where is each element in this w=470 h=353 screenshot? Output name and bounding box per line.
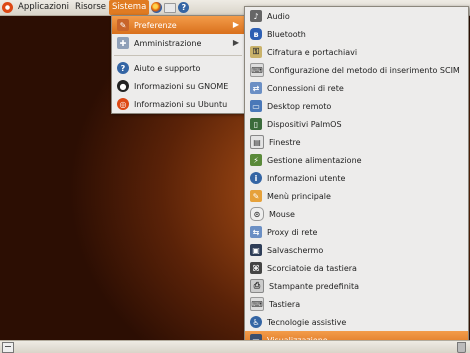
- pref-item-cifratura[interactable]: ⚿ Cifratura e portachiavi: [245, 43, 468, 61]
- remote-desktop-icon: ▭: [250, 100, 262, 112]
- pref-item-alimentazione[interactable]: ⚡ Gestione alimentazione: [245, 151, 468, 169]
- pref-item-salvaschermo[interactable]: ▣ Salvaschermo: [245, 241, 468, 259]
- palm-device-icon: ▯: [250, 118, 262, 130]
- administration-icon: ✚: [117, 37, 129, 49]
- bluetooth-icon: ʙ: [250, 28, 262, 40]
- pref-item-bluetooth[interactable]: ʙ Bluetooth: [245, 25, 468, 43]
- gnome-icon: ●: [117, 80, 129, 92]
- pref-item-desktop-remoto[interactable]: ▭ Desktop remoto: [245, 97, 468, 115]
- audio-icon: ♪: [250, 10, 262, 22]
- show-desktop-icon[interactable]: [2, 342, 14, 353]
- trash-icon[interactable]: [457, 342, 466, 353]
- ubuntu-logo-icon[interactable]: [2, 2, 13, 13]
- mail-launcher-icon[interactable]: [164, 2, 177, 13]
- menu-item-aiuto[interactable]: ? Aiuto e supporto: [112, 59, 244, 77]
- proxy-icon: ⇆: [250, 226, 262, 238]
- menu-item-info-ubuntu[interactable]: ◎ Informazioni su Ubuntu: [112, 95, 244, 113]
- pref-item-connessioni[interactable]: ⇄ Connessioni di rete: [245, 79, 468, 97]
- ubuntu-icon: ◎: [117, 98, 129, 110]
- menu-sistema[interactable]: Sistema: [109, 0, 150, 15]
- pref-item-info-utente[interactable]: i Informazioni utente: [245, 169, 468, 187]
- keyboard-input-icon: ⌨: [250, 63, 264, 77]
- preferences-icon: ✎: [117, 19, 129, 31]
- network-icon: ⇄: [250, 82, 262, 94]
- menu-item-amministrazione[interactable]: ✚ Amministrazione ▶: [112, 34, 244, 52]
- shortcuts-icon: ⌘: [250, 262, 262, 274]
- screensaver-icon: ▣: [250, 244, 262, 256]
- menu-item-info-gnome[interactable]: ● Informazioni su GNOME: [112, 77, 244, 95]
- pref-item-finestre[interactable]: ▤ Finestre: [245, 133, 468, 151]
- pref-item-audio[interactable]: ♪ Audio: [245, 7, 468, 25]
- sistema-menu: ✎ Preferenze ▶ ✚ Amministrazione ▶ ? Aiu…: [111, 15, 245, 114]
- submenu-arrow-icon: ▶: [232, 38, 239, 47]
- power-icon: ⚡: [250, 154, 262, 166]
- pref-item-scorciatoie[interactable]: ⌘ Scorciatoie da tastiera: [245, 259, 468, 277]
- pref-item-scim[interactable]: ⌨ Configurazione del metodo di inseriment…: [245, 61, 468, 79]
- mouse-icon: ⊙: [250, 207, 264, 221]
- pref-item-mouse[interactable]: ⊙ Mouse: [245, 205, 468, 223]
- menu-applicazioni[interactable]: Applicazioni: [15, 0, 72, 15]
- windows-icon: ▤: [250, 135, 264, 149]
- pref-item-tastiera[interactable]: ⌨ Tastiera: [245, 295, 468, 313]
- pref-item-menu-principale[interactable]: ✎ Menù principale: [245, 187, 468, 205]
- menu-risorse[interactable]: Risorse: [72, 0, 109, 15]
- main-menu-icon: ✎: [250, 190, 262, 202]
- pref-item-tecnologie-assistive[interactable]: ♿ Tecnologie assistive: [245, 313, 468, 331]
- accessibility-icon: ♿: [250, 316, 262, 328]
- pref-item-palmos[interactable]: ▯ Dispositivi PalmOS: [245, 115, 468, 133]
- pref-item-proxy[interactable]: ⇆ Proxy di rete: [245, 223, 468, 241]
- bottom-panel: [0, 340, 470, 353]
- encryption-icon: ⚿: [250, 46, 262, 58]
- submenu-arrow-icon: ▶: [232, 20, 239, 29]
- menu-separator: [114, 55, 242, 56]
- pref-item-stampante[interactable]: ⎙ Stampante predefinita: [245, 277, 468, 295]
- keyboard-icon: ⌨: [250, 297, 264, 311]
- help-launcher-icon[interactable]: ?: [178, 2, 190, 13]
- help-icon: ?: [117, 62, 129, 74]
- user-info-icon: i: [250, 172, 262, 184]
- menu-item-preferenze[interactable]: ✎ Preferenze ▶: [112, 16, 244, 34]
- preferenze-submenu: ♪ Audio ʙ Bluetooth ⚿ Cifratura e portachia…: [244, 6, 469, 350]
- firefox-launcher-icon[interactable]: [151, 2, 163, 13]
- printer-icon: ⎙: [250, 279, 264, 293]
